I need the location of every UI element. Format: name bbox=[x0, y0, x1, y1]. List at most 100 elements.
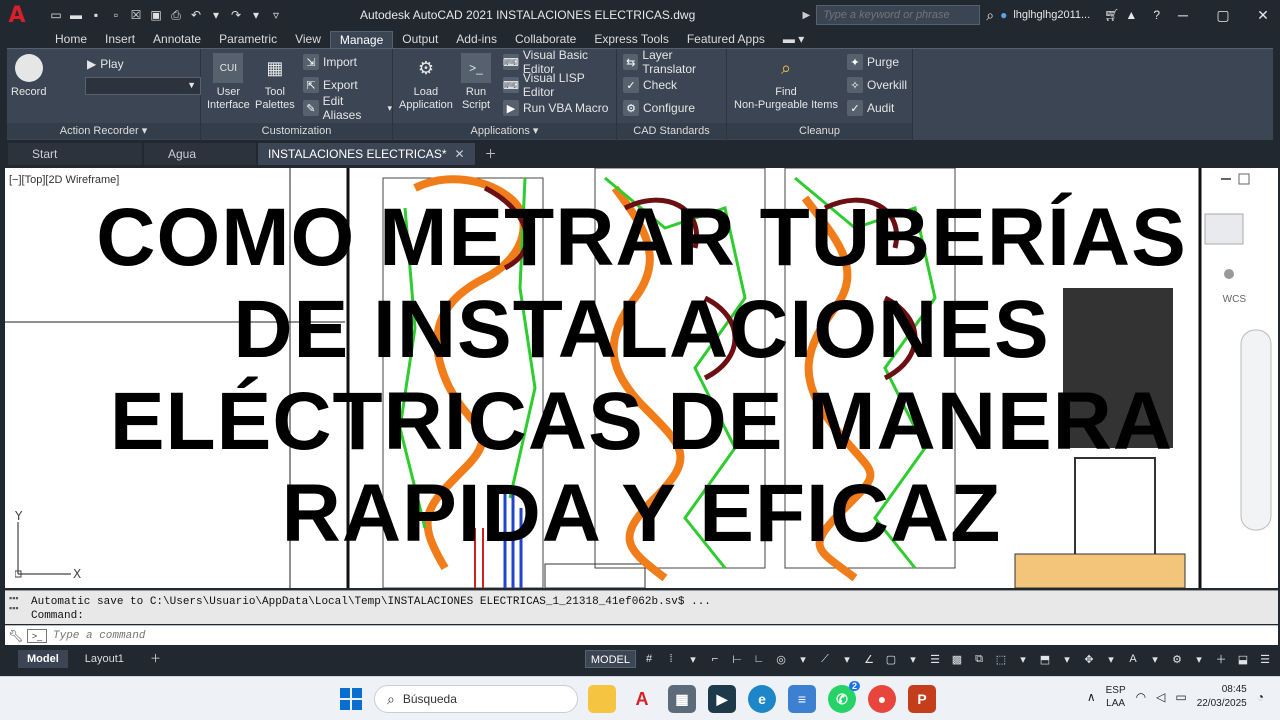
web-mobile-icon[interactable]: ☒ bbox=[128, 7, 144, 23]
speaker-icon[interactable]: ◁ bbox=[1156, 690, 1165, 704]
autocad-logo-icon[interactable]: A bbox=[0, 0, 34, 30]
annotation-monitor-icon[interactable]: ＋ bbox=[1212, 650, 1230, 668]
viewport-controls[interactable]: [−][Top][2D Wireframe] bbox=[9, 174, 119, 186]
taskbar-search[interactable]: ⌕ Búsqueda bbox=[374, 685, 578, 713]
grid-display-icon[interactable]: # bbox=[640, 650, 658, 668]
ribbon-tab-collaborate[interactable]: Collaborate bbox=[506, 31, 585, 48]
chevron-down-icon[interactable]: ▾ bbox=[838, 650, 856, 668]
macro-dropdown[interactable]: ▼ bbox=[85, 77, 201, 95]
find-non-purgeable-button[interactable]: ⌕ Find Non-Purgeable Items bbox=[731, 53, 841, 112]
dynamic-input-icon[interactable]: ⊢ bbox=[728, 650, 746, 668]
undo-dropdown-icon[interactable]: ▾ bbox=[208, 7, 224, 23]
applications-label[interactable]: Applications ▾ bbox=[393, 123, 616, 139]
snap-mode-icon[interactable]: ⁞ bbox=[662, 650, 680, 668]
close-icon[interactable]: ✕ bbox=[1246, 7, 1280, 24]
infer-constraints-icon[interactable]: ⌐ bbox=[706, 650, 724, 668]
wrench-icon[interactable]: 🔧︎ bbox=[5, 629, 27, 643]
file-tab-start[interactable]: Start bbox=[8, 143, 142, 165]
show-hidden-icons[interactable]: ∧ bbox=[1087, 690, 1096, 704]
customize-qat-icon[interactable]: ▿ bbox=[268, 7, 284, 23]
isolate-objects-icon[interactable]: ⬓ bbox=[1234, 650, 1252, 668]
chevron-down-icon[interactable]: ▾ bbox=[904, 650, 922, 668]
run-script-button[interactable]: >_ Run Script bbox=[461, 53, 491, 112]
autocad-taskbar-icon[interactable]: A bbox=[628, 685, 656, 713]
file-explorer-icon[interactable] bbox=[588, 685, 616, 713]
file-tab-instalaciones[interactable]: INSTALACIONES ELECTRICAS* ✕ bbox=[258, 143, 475, 165]
command-prompt-icon[interactable]: >_ bbox=[27, 628, 47, 643]
user-icon[interactable]: ● bbox=[1000, 8, 1007, 22]
calculator-icon[interactable]: ▦ bbox=[668, 685, 696, 713]
save-icon[interactable]: ▪ bbox=[88, 7, 104, 23]
chevron-down-icon[interactable]: ▾ bbox=[1102, 650, 1120, 668]
audit-button[interactable]: ✓ Audit bbox=[847, 99, 894, 117]
minimize-icon[interactable]: ─ bbox=[1166, 7, 1200, 23]
notepad-icon[interactable]: ≡ bbox=[788, 685, 816, 713]
purge-button[interactable]: ✦ Purge bbox=[847, 53, 899, 71]
ribbon-tab-parametric[interactable]: Parametric bbox=[210, 31, 286, 48]
configure-button[interactable]: ⚙ Configure bbox=[623, 99, 695, 117]
model-space-button[interactable]: MODEL bbox=[584, 650, 636, 668]
system-clock[interactable]: 08:45 22/03/2025 bbox=[1197, 683, 1247, 711]
chevron-down-icon[interactable]: ▾ bbox=[1146, 650, 1164, 668]
undo-icon[interactable]: ↶ bbox=[188, 7, 204, 23]
chevron-down-icon[interactable]: ▾ bbox=[1190, 650, 1208, 668]
chevron-down-icon[interactable]: ▾ bbox=[684, 650, 702, 668]
expand-arrow-icon[interactable]: ▶ bbox=[803, 10, 811, 21]
chevron-down-icon[interactable]: ▾ bbox=[794, 650, 812, 668]
overkill-button[interactable]: ✧ Overkill bbox=[847, 76, 907, 94]
cart-icon[interactable]: 🛒︎ bbox=[1104, 8, 1119, 22]
new-file-icon[interactable]: ▭ bbox=[48, 7, 64, 23]
load-application-button[interactable]: ⚙ Load Application bbox=[399, 53, 453, 112]
ribbon-tab-add-ins[interactable]: Add-ins bbox=[447, 31, 506, 48]
layer-translator-button[interactable]: ⇆ Layer Translator bbox=[623, 48, 726, 76]
chrome-browser-icon[interactable]: ● bbox=[868, 685, 896, 713]
autodesk-app-icon[interactable]: ▲ bbox=[1125, 8, 1137, 22]
edit-aliases-button[interactable]: ✎ Edit Aliases ▾ bbox=[303, 94, 392, 122]
visual-lisp-editor-button[interactable]: ⌨ Visual LISP Editor bbox=[503, 71, 616, 99]
battery-icon[interactable]: ▭ bbox=[1175, 690, 1186, 704]
visual-basic-editor-button[interactable]: ⌨ Visual Basic Editor bbox=[503, 48, 616, 76]
redo-icon[interactable]: ↷ bbox=[228, 7, 244, 23]
search-icon[interactable]: ⌕ bbox=[986, 7, 994, 24]
chevron-down-icon[interactable]: ▾ bbox=[1058, 650, 1076, 668]
lineweight-icon[interactable]: ☰ bbox=[926, 650, 944, 668]
selection-filter-icon[interactable]: ⬒ bbox=[1036, 650, 1054, 668]
object-snap-icon[interactable]: ▢ bbox=[882, 650, 900, 668]
layout-tab-layout1[interactable]: Layout1 bbox=[76, 650, 133, 668]
help-icon[interactable]: ? bbox=[1153, 8, 1160, 22]
language-indicator[interactable]: ESP LAA bbox=[1106, 684, 1126, 710]
media-player-icon[interactable]: ▶ bbox=[708, 685, 736, 713]
help-search-input[interactable] bbox=[816, 5, 981, 25]
run-vba-macro-button[interactable]: ▶ Run VBA Macro bbox=[503, 99, 608, 117]
open-folder-icon[interactable]: ▬ bbox=[68, 7, 84, 23]
notification-bell-icon[interactable]: ◔ bbox=[1257, 690, 1264, 704]
edge-browser-icon[interactable]: e bbox=[748, 685, 776, 713]
whatsapp-icon[interactable]: ✆ 2 bbox=[828, 681, 860, 713]
maximize-icon[interactable]: ▢ bbox=[1206, 7, 1240, 24]
close-tab-icon[interactable]: ✕ bbox=[455, 147, 465, 161]
save-web-icon[interactable]: ▣ bbox=[148, 7, 164, 23]
clean-screen-icon[interactable]: ☰ bbox=[1256, 650, 1274, 668]
workspace-gear-icon[interactable]: ⚙ bbox=[1168, 650, 1186, 668]
ribbon-tab-annotate[interactable]: Annotate bbox=[144, 31, 210, 48]
grip-icon[interactable]: ▪▪▪ ▪▪▪ bbox=[9, 593, 19, 613]
drawing-canvas[interactable]: [−][Top][2D Wireframe] WCS COMO METRAR T… bbox=[5, 168, 1278, 588]
windows-start-icon[interactable] bbox=[340, 688, 362, 710]
3d-osnap-icon[interactable]: ⬚ bbox=[992, 650, 1010, 668]
isometric-icon[interactable]: ⟋ bbox=[816, 650, 834, 668]
ribbon-minimize-toggle[interactable]: ▬ ▾ bbox=[774, 31, 813, 48]
record-button[interactable]: Record bbox=[11, 53, 46, 99]
selection-cycling-icon[interactable]: ⧉ bbox=[970, 650, 988, 668]
object-snap-tracking-icon[interactable]: ∠ bbox=[860, 650, 878, 668]
polar-tracking-icon[interactable]: ◎ bbox=[772, 650, 790, 668]
powerpoint-icon[interactable]: P bbox=[908, 685, 936, 713]
ribbon-tab-express-tools[interactable]: Express Tools bbox=[585, 31, 677, 48]
transparency-icon[interactable]: ▩ bbox=[948, 650, 966, 668]
ribbon-tab-output[interactable]: Output bbox=[393, 31, 447, 48]
ribbon-tab-manage[interactable]: Manage bbox=[329, 31, 394, 48]
annotation-scale-icon[interactable]: A bbox=[1124, 650, 1142, 668]
new-tab-button[interactable]: ＋ bbox=[477, 143, 505, 165]
play-button[interactable]: ▶ Play bbox=[87, 55, 124, 73]
layout-tab-model[interactable]: Model bbox=[18, 650, 68, 668]
ortho-mode-icon[interactable]: ∟ bbox=[750, 650, 768, 668]
